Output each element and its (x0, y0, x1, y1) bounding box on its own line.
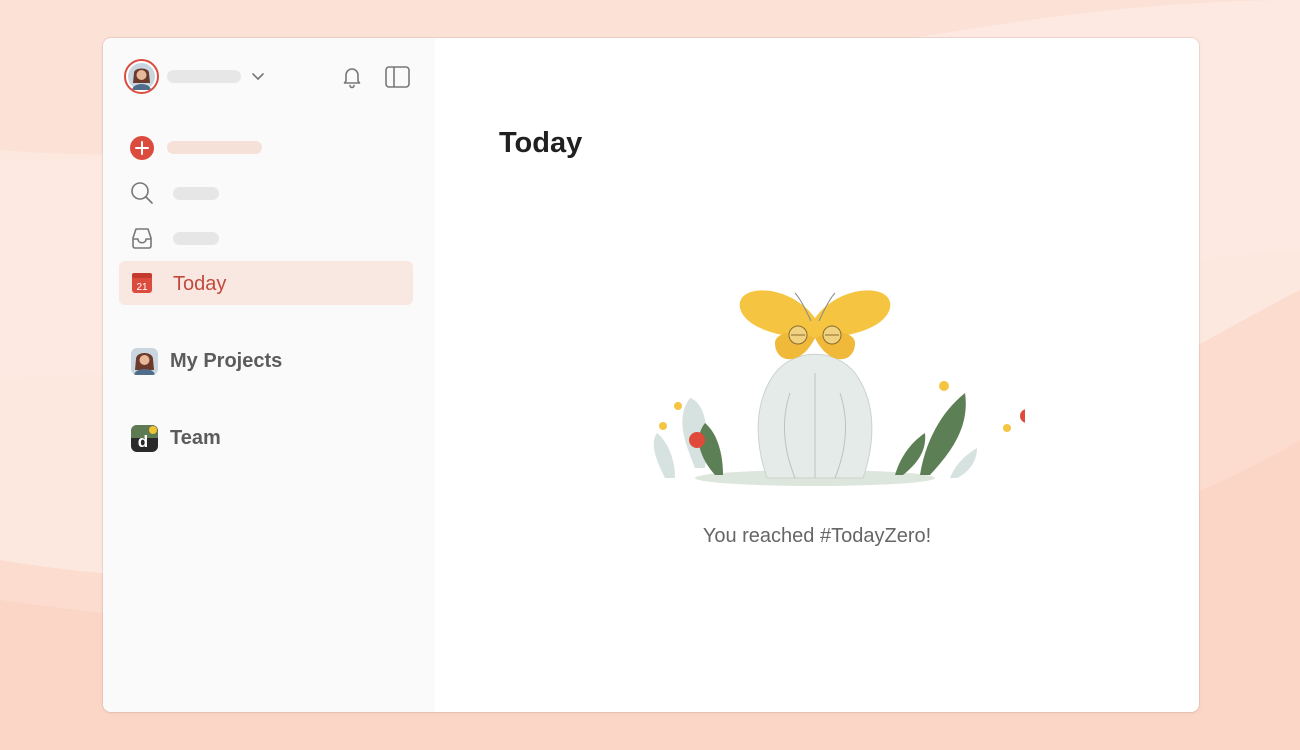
inbox-button[interactable] (119, 216, 413, 260)
add-task-label-placeholder (167, 141, 262, 154)
svg-text:d: d (138, 432, 148, 451)
main-content: Today You reached #TodayZero! (435, 38, 1199, 712)
user-name-placeholder[interactable] (167, 70, 241, 83)
page-title: Today (499, 127, 583, 159)
user-avatar (131, 348, 158, 375)
add-task-button[interactable] (119, 126, 413, 170)
team-logo: d (131, 425, 158, 452)
avatar-image (128, 63, 155, 90)
search-icon (129, 180, 155, 206)
chevron-down-icon[interactable] (250, 68, 266, 84)
bell-icon[interactable] (339, 64, 365, 90)
calendar-icon: 21 (129, 270, 155, 296)
sidebar-topbar (103, 38, 435, 114)
sidebar: 21 Today My Projects d Team (103, 38, 435, 712)
inbox-label-placeholder (173, 232, 219, 245)
sidebar-section-my-projects[interactable]: My Projects (131, 346, 411, 376)
sidebar-item-today[interactable]: 21 Today (119, 261, 413, 305)
search-button[interactable] (119, 171, 413, 215)
sidebar-section-team[interactable]: d Team (131, 423, 411, 453)
user-avatar[interactable] (124, 59, 159, 94)
empty-state-message: You reached #TodayZero! (702, 525, 932, 547)
plus-circle-icon (129, 135, 155, 161)
sidebar-panel-icon[interactable] (384, 64, 411, 90)
butterfly-illustration (653, 290, 1025, 486)
section-label: My Projects (170, 350, 283, 372)
sidebar-item-label: Today (173, 273, 227, 295)
app-window: 21 Today My Projects d Team Today You re… (103, 38, 1199, 712)
calendar-badge: 21 (136, 282, 148, 293)
section-label: Team (170, 427, 221, 449)
search-label-placeholder (173, 187, 219, 200)
inbox-icon (129, 225, 155, 251)
